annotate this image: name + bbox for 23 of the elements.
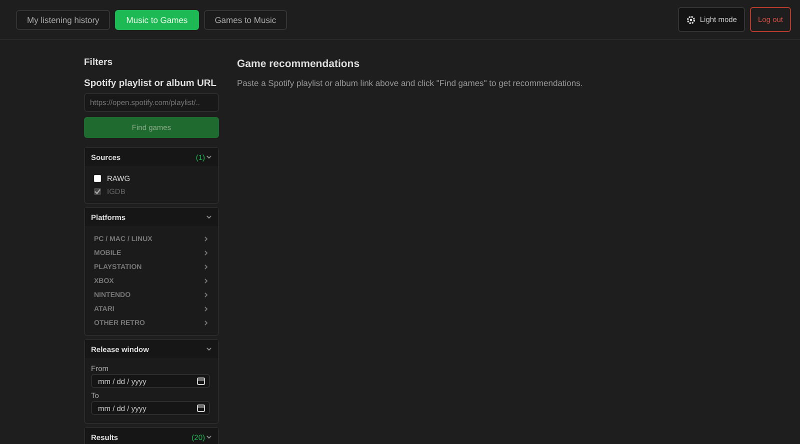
chevron-down-icon <box>206 346 212 352</box>
calendar-icon <box>197 404 205 412</box>
calendar-icon <box>197 377 205 385</box>
chevron-right-icon <box>203 250 209 256</box>
filters-heading: Filters <box>84 57 114 68</box>
chevron-down-icon <box>206 214 212 220</box>
chevron-right-icon <box>203 292 209 298</box>
chevron-down-icon <box>206 154 212 160</box>
chevron-right-icon <box>203 306 209 312</box>
nav-tab[interactable]: My listening history <box>16 10 110 30</box>
checkbox[interactable] <box>94 175 101 182</box>
chevron-right-icon <box>203 264 209 270</box>
chevron-right-icon <box>203 278 209 284</box>
nav-tab[interactable]: Music to Games <box>115 10 199 30</box>
empty-state-message: Paste a Spotify playlist or album link above and click "Find games" to get recommendations. <box>237 78 583 88</box>
checkmark-icon <box>94 188 101 195</box>
chevron-right-icon <box>203 236 209 242</box>
nav-tab[interactable]: Games to Music <box>204 10 288 30</box>
field-label: Spotify playlist or album URL <box>84 78 218 89</box>
chevron-down-icon <box>206 434 212 440</box>
gear-icon <box>686 14 696 24</box>
chevron-right-icon <box>203 320 209 326</box>
section-heading: Game recommendations <box>237 58 361 70</box>
